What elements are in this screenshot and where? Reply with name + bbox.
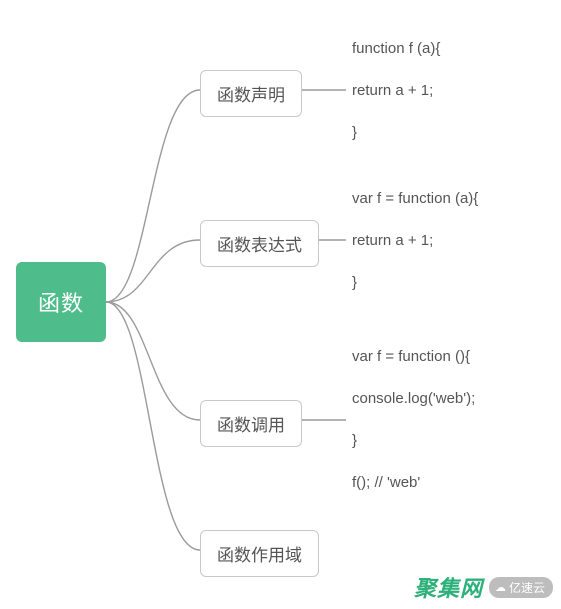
code-line: function f (a){ <box>352 40 440 57</box>
child-node-call[interactable]: 函数调用 <box>200 400 302 447</box>
watermark-pill: ☁ 亿速云 <box>489 577 553 598</box>
child-label: 函数作用域 <box>217 546 302 565</box>
watermark-pill-text: 亿速云 <box>509 579 545 596</box>
child-label: 函数调用 <box>217 416 285 435</box>
watermark: 聚集网 ☁ 亿速云 <box>414 571 553 603</box>
code-line: f(); // 'web' <box>352 474 420 491</box>
code-line: return a + 1; <box>352 232 433 249</box>
child-node-decl[interactable]: 函数声明 <box>200 70 302 117</box>
code-line: console.log('web'); <box>352 390 475 407</box>
root-node[interactable]: 函数 <box>16 262 106 342</box>
code-line: var f = function (){ <box>352 348 470 365</box>
code-line: } <box>352 124 357 141</box>
code-line: return a + 1; <box>352 82 433 99</box>
child-label: 函数声明 <box>217 86 285 105</box>
code-line: } <box>352 274 357 291</box>
cloud-icon: ☁ <box>495 581 506 594</box>
watermark-main: 聚集网 <box>414 571 483 603</box>
child-label: 函数表达式 <box>217 236 302 255</box>
code-line: } <box>352 432 357 449</box>
child-node-scope[interactable]: 函数作用域 <box>200 530 319 577</box>
root-label: 函数 <box>38 286 84 318</box>
child-node-expr[interactable]: 函数表达式 <box>200 220 319 267</box>
mindmap-stage: 函数 函数声明 function f (a){ return a + 1; } … <box>0 0 561 609</box>
code-line: var f = function (a){ <box>352 190 478 207</box>
